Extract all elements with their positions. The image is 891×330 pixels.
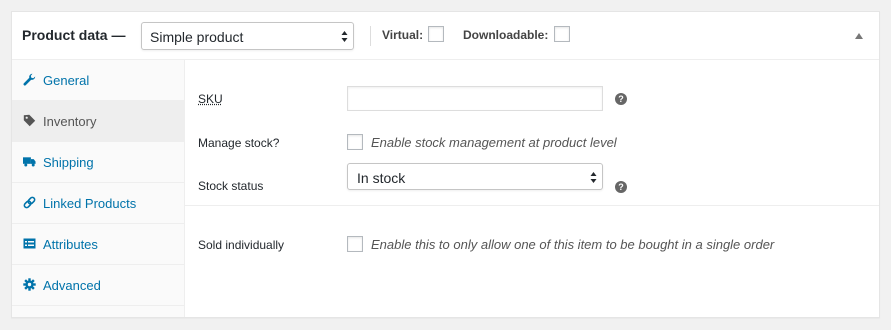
sold-individually-checkbox[interactable] [347, 236, 363, 252]
tab-linked-products[interactable]: Linked Products [12, 183, 184, 224]
tab-label: Advanced [43, 278, 101, 293]
product-data-panel: Product data — Simple product Virtual: D… [11, 11, 880, 318]
collapse-arrow-icon[interactable] [855, 33, 863, 39]
tab-label: Linked Products [43, 196, 137, 211]
sku-label: SKU [198, 92, 223, 106]
select-arrows-icon [590, 172, 597, 183]
tab-inventory[interactable]: Inventory [12, 101, 184, 142]
manage-stock-description: Enable stock management at product level [371, 135, 617, 150]
sku-input[interactable] [347, 86, 603, 111]
tag-icon [23, 114, 36, 127]
manage-stock-label: Manage stock? [198, 136, 280, 150]
virtual-label: Virtual: [382, 28, 424, 42]
list-icon [23, 238, 36, 249]
downloadable-checkbox[interactable] [554, 26, 570, 42]
tab-label: Attributes [43, 237, 98, 252]
stock-status-help-icon[interactable]: ? [615, 181, 627, 193]
product-data-tabs: General Inventory Shipping Linked Produc… [12, 60, 185, 317]
panel-header: Product data — Simple product Virtual: D… [12, 12, 879, 60]
tab-label: Shipping [43, 155, 94, 170]
downloadable-label: Downloadable: [463, 28, 549, 42]
gear-icon [23, 278, 36, 291]
tab-shipping[interactable]: Shipping [12, 142, 184, 183]
product-type-select[interactable]: Simple product [141, 22, 354, 50]
select-arrows-icon [341, 31, 348, 42]
stock-status-value: In stock [357, 170, 406, 186]
product-type-value: Simple product [150, 29, 244, 45]
tab-attributes[interactable]: Attributes [12, 224, 184, 265]
stock-status-label: Stock status [198, 179, 264, 193]
truck-icon [23, 157, 36, 167]
tab-advanced[interactable]: Advanced [12, 265, 184, 306]
sold-individually-label: Sold individually [198, 238, 285, 252]
virtual-checkbox[interactable] [428, 26, 444, 42]
inventory-panel: SKU ? Manage stock? Enable stock managem… [185, 60, 879, 317]
sold-individually-description: Enable this to only allow one of this it… [371, 237, 775, 252]
header-divider [370, 26, 371, 46]
stock-status-select[interactable]: In stock [347, 163, 603, 190]
section-divider [185, 205, 879, 206]
tab-label: Inventory [43, 114, 97, 129]
sku-help-icon[interactable]: ? [615, 93, 627, 105]
wrench-icon [23, 73, 36, 86]
link-icon [23, 196, 36, 209]
manage-stock-checkbox[interactable] [347, 134, 363, 150]
tab-general[interactable]: General [12, 60, 184, 101]
panel-title: Product data — [22, 27, 126, 43]
tab-label: General [43, 73, 90, 88]
